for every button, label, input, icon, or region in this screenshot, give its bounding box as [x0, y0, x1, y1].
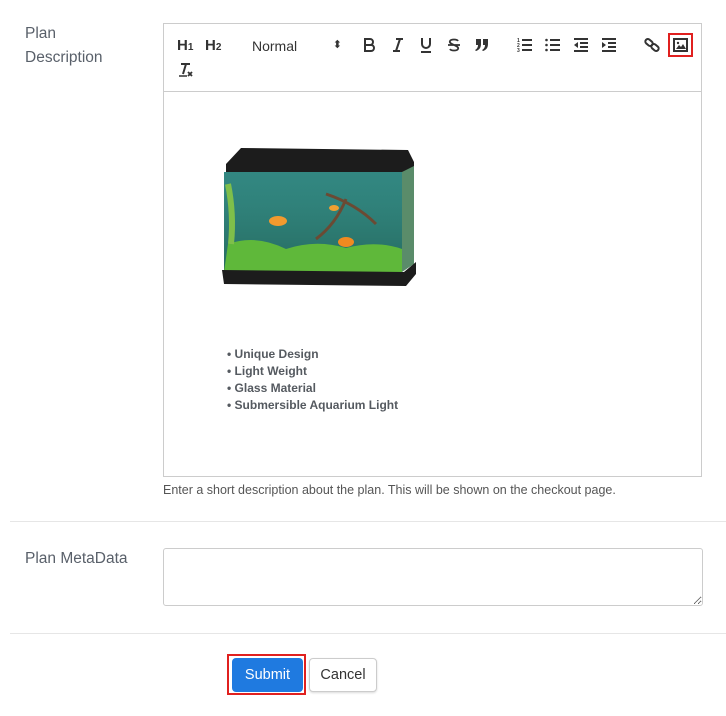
format-select-value: Normal — [252, 38, 298, 54]
bold-icon — [364, 38, 375, 52]
indent-button[interactable] — [601, 37, 617, 53]
italic-icon — [393, 38, 403, 52]
header-2-button[interactable]: H2 — [205, 37, 221, 57]
outdent-icon — [574, 38, 588, 52]
aquarium-image — [222, 148, 416, 286]
bullet-list-button[interactable] — [545, 37, 561, 53]
header-1-button[interactable]: H1 — [177, 37, 193, 57]
label-line-1: Plan — [25, 25, 57, 42]
list-item: Glass Material — [227, 380, 398, 397]
rich-text-editor: H1 H2 Normal ⬍ 123 • Unique Design • Lig… — [163, 23, 702, 477]
list-item: Submersible Aquarium Light — [227, 397, 399, 414]
image-button[interactable] — [668, 33, 693, 57]
select-arrows-icon: ⬍ — [332, 39, 342, 51]
plan-description-label: Plan Description — [25, 22, 103, 70]
image-icon — [673, 38, 688, 52]
link-button[interactable] — [644, 37, 660, 53]
list-item: Unique Design — [227, 346, 398, 363]
description-help-text: Enter a short description about the plan… — [163, 483, 616, 497]
strike-button[interactable] — [447, 37, 461, 53]
italic-button[interactable] — [391, 37, 405, 53]
feature-list: Unique Design Light Weight Glass Materia… — [227, 346, 399, 414]
svg-text:3: 3 — [517, 48, 520, 53]
divider — [10, 521, 726, 522]
cancel-button[interactable]: Cancel — [309, 658, 377, 692]
clear-format-icon — [179, 63, 193, 77]
editor-content[interactable]: Unique Design Light Weight Glass Materia… — [164, 92, 701, 476]
submit-button[interactable]: Submit — [232, 658, 303, 692]
underline-button[interactable] — [419, 36, 433, 54]
underline-icon — [421, 38, 431, 53]
bullet-list-icon — [545, 38, 560, 52]
plan-metadata-input[interactable] — [163, 548, 703, 606]
outdent-button[interactable] — [573, 37, 589, 53]
list-item: Light Weight — [227, 363, 398, 380]
ordered-list-button[interactable]: 123 — [517, 37, 533, 53]
bold-button[interactable] — [363, 37, 377, 53]
strike-icon — [448, 38, 460, 52]
divider — [10, 633, 726, 634]
indent-icon — [602, 38, 616, 52]
label-line-2: Description — [25, 49, 103, 66]
editor-toolbar: H1 H2 Normal ⬍ 123 — [164, 24, 701, 92]
plan-metadata-label: Plan MetaData — [25, 550, 128, 567]
quote-icon — [475, 39, 488, 51]
blockquote-button[interactable] — [474, 37, 490, 53]
link-icon — [644, 38, 660, 52]
clean-format-button[interactable] — [178, 62, 194, 78]
ordered-list-icon: 123 — [517, 38, 532, 53]
format-select[interactable]: Normal ⬍ — [252, 37, 342, 55]
